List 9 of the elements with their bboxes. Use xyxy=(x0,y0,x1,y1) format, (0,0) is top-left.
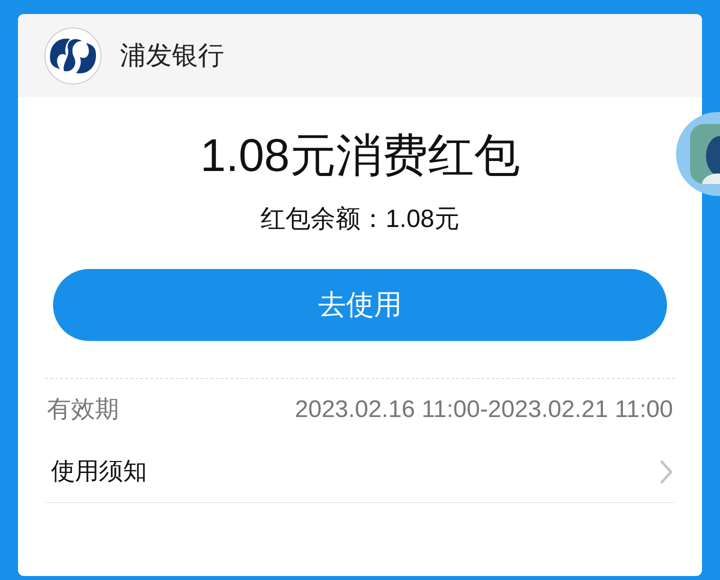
bank-logo-icon xyxy=(44,26,102,84)
row-label: 有效期 xyxy=(47,395,119,425)
coupon-title: 1.08元消费红包 xyxy=(200,128,520,183)
bank-name: 浦发银行 xyxy=(120,39,224,72)
coupon-balance: 红包余额：1.08元 xyxy=(260,204,460,235)
row-label: 使用须知 xyxy=(51,456,147,486)
chevron-right-icon xyxy=(659,458,673,484)
list-item[interactable]: 使用须知 xyxy=(45,441,675,503)
row-value: 2023.02.16 11:00-2023.02.21 11:00 xyxy=(294,395,673,425)
